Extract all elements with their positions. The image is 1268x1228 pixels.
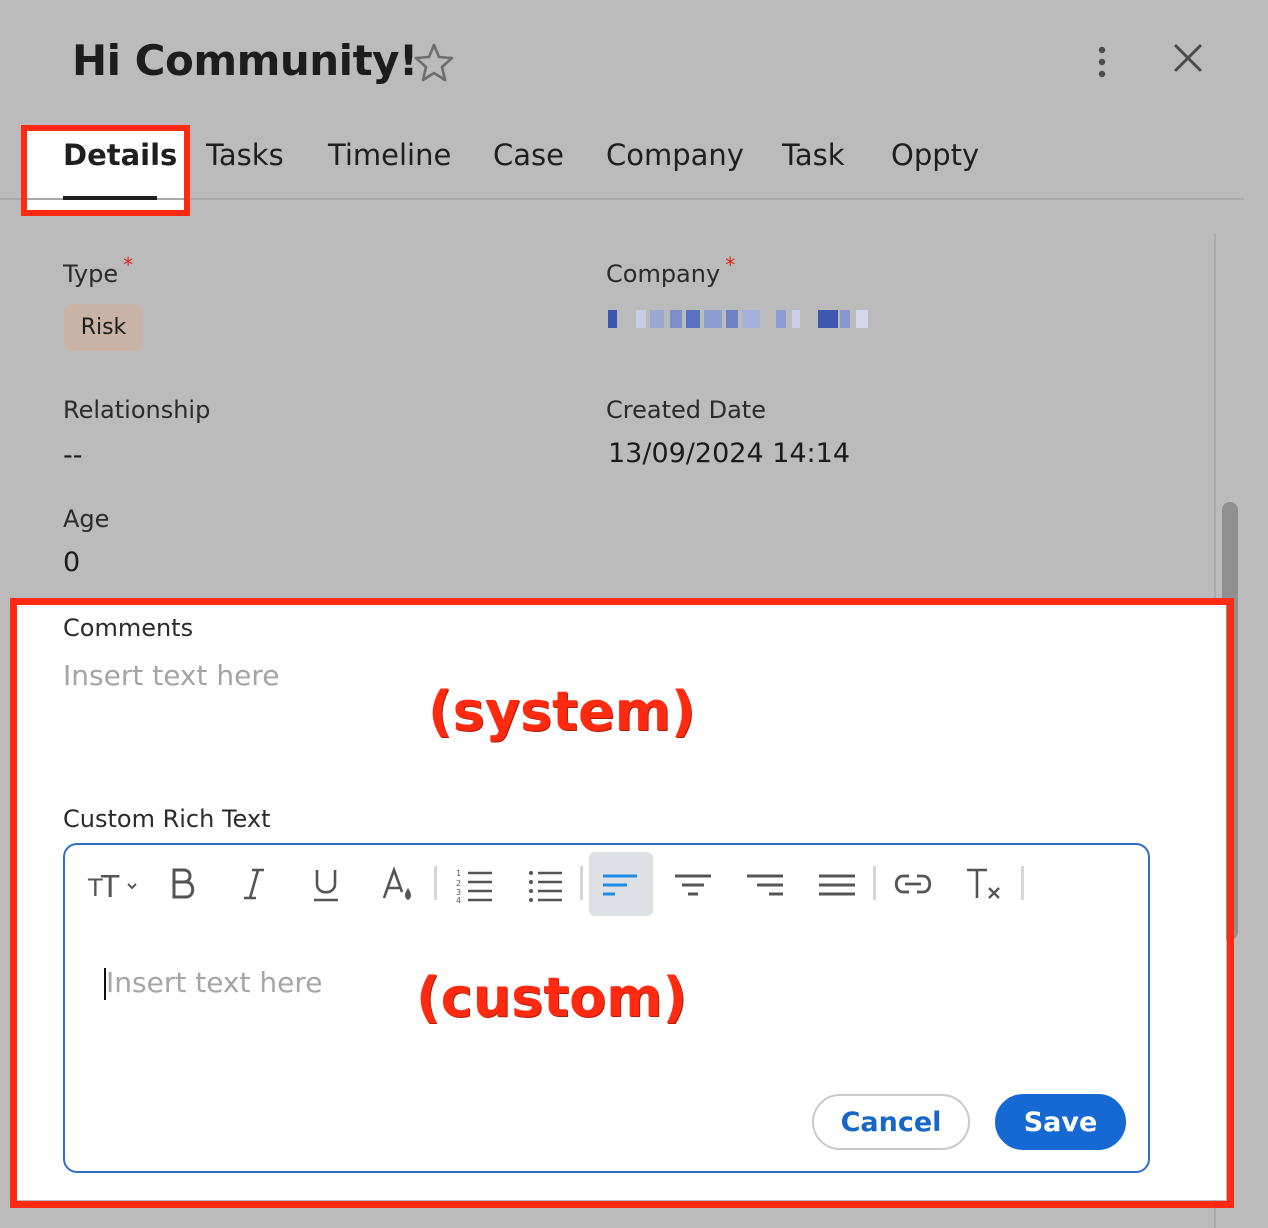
tab-bar: Details Tasks Timeline Case Company Task… <box>0 120 1244 200</box>
numbered-list-icon[interactable]: 1 2 3 4 <box>446 852 502 916</box>
custom-rich-text-label: Custom Rich Text <box>63 805 271 833</box>
comments-label: Comments <box>63 614 194 642</box>
system-annotation: (system) <box>428 680 696 743</box>
save-button[interactable]: Save <box>995 1094 1126 1150</box>
tab-task[interactable]: Task <box>782 138 845 172</box>
tab-oppty[interactable]: Oppty <box>891 138 979 172</box>
type-badge: Risk <box>64 304 143 351</box>
tab-timeline[interactable]: Timeline <box>328 138 451 172</box>
align-justify-icon[interactable] <box>809 852 865 916</box>
toolbar-separator <box>580 866 583 900</box>
required-marker: * <box>123 253 134 277</box>
company-label: Company * <box>606 253 735 288</box>
text-color-icon[interactable] <box>370 852 426 916</box>
toolbar-separator <box>873 866 876 900</box>
company-label-text: Company <box>606 260 721 288</box>
svg-text:1: 1 <box>456 869 461 878</box>
bulleted-list-icon[interactable] <box>518 852 574 916</box>
page-title: Hi Community! <box>72 36 418 85</box>
tab-tasks[interactable]: Tasks <box>206 138 284 172</box>
more-options-icon[interactable] <box>1086 44 1118 80</box>
underline-icon[interactable] <box>298 852 354 916</box>
tab-case[interactable]: Case <box>493 138 564 172</box>
star-icon[interactable] <box>414 42 454 82</box>
toolbar-separator <box>434 866 437 900</box>
relationship-label: Relationship <box>63 396 211 424</box>
created-date-value: 13/09/2024 14:14 <box>608 438 851 469</box>
font-size-icon[interactable]: T T <box>84 852 144 916</box>
italic-icon[interactable] <box>226 852 282 916</box>
align-left-icon[interactable] <box>589 852 653 916</box>
close-icon[interactable] <box>1170 40 1206 76</box>
svg-text:4: 4 <box>456 896 461 904</box>
type-label: Type * <box>63 253 133 288</box>
clear-format-icon[interactable] <box>957 852 1013 916</box>
tab-company[interactable]: Company <box>606 138 744 172</box>
company-value-redacted[interactable] <box>608 310 870 328</box>
bold-icon[interactable] <box>154 852 210 916</box>
type-label-text: Type <box>63 260 119 288</box>
required-marker: * <box>725 253 736 277</box>
created-date-label: Created Date <box>606 396 766 424</box>
cancel-button[interactable]: Cancel <box>812 1094 970 1150</box>
align-right-icon[interactable] <box>737 852 793 916</box>
active-tab-indicator <box>63 196 157 200</box>
tab-details[interactable]: Details <box>63 138 177 172</box>
toolbar-separator <box>1021 866 1024 900</box>
svg-text:2: 2 <box>456 879 461 888</box>
align-center-icon[interactable] <box>665 852 721 916</box>
comments-input[interactable]: Insert text here <box>63 659 279 692</box>
svg-text:T: T <box>100 870 120 904</box>
age-value: 0 <box>63 547 81 578</box>
relationship-value: -- <box>63 440 83 471</box>
rich-text-input[interactable]: Insert text here <box>106 966 322 999</box>
link-icon[interactable] <box>885 852 941 916</box>
age-label: Age <box>63 505 110 533</box>
custom-annotation: (custom) <box>416 966 688 1029</box>
